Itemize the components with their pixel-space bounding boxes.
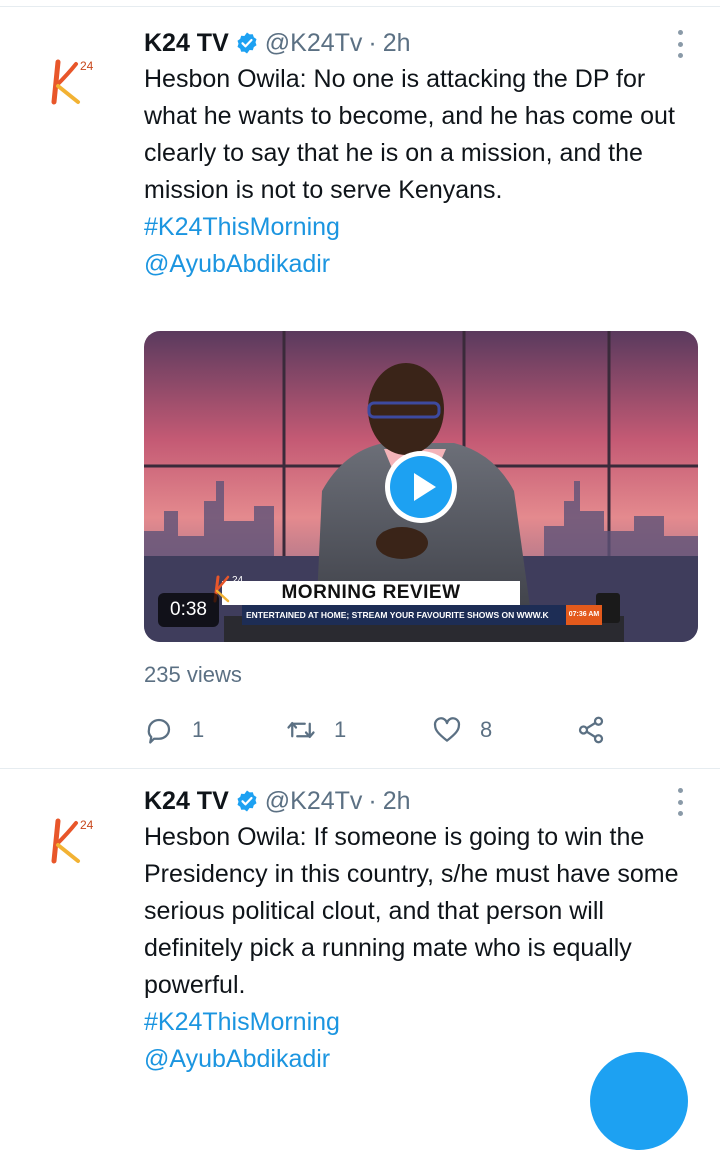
retweet-icon: [287, 722, 315, 738]
reply-icon: [147, 718, 171, 744]
share-icon: [578, 716, 604, 744]
more-options-icon[interactable]: [668, 30, 692, 58]
lower-third-title: MORNING REVIEW: [222, 581, 520, 605]
author-name[interactable]: K24 TV: [144, 29, 229, 58]
author-handle[interactable]: @K24Tv: [265, 787, 363, 816]
like-count: 8: [480, 717, 493, 742]
tweet[interactable]: 24 K24 TV @K24Tv · 2h Hesbon Owila: If s…: [0, 769, 720, 1080]
mention-link[interactable]: @AyubAbdikadir: [144, 246, 694, 283]
hashtag-link[interactable]: #K24ThisMorning: [144, 1004, 694, 1041]
header-separator: ·: [368, 28, 377, 57]
tweet-body: Hesbon Owila: If someone is going to win…: [144, 823, 679, 999]
compose-tweet-button[interactable]: [590, 1052, 688, 1150]
more-options-icon[interactable]: [668, 788, 692, 816]
reply-count: 1: [192, 717, 205, 742]
broadcast-clock: 07:36 AM: [566, 605, 602, 625]
reply-button[interactable]: 1: [144, 710, 204, 750]
tweet-header: K24 TV @K24Tv · 2h: [144, 784, 411, 818]
svg-text:24: 24: [80, 59, 94, 73]
heart-icon: [433, 717, 461, 742]
tweet-text: Hesbon Owila: If someone is going to win…: [144, 819, 694, 1078]
author-name[interactable]: K24 TV: [144, 787, 229, 816]
tweet-header: K24 TV @K24Tv · 2h: [144, 26, 411, 60]
tweet-text: Hesbon Owila: No one is attacking the DP…: [144, 61, 694, 283]
channel-bug-number: 24: [232, 575, 244, 586]
retweet-count: 1: [334, 717, 347, 742]
share-button[interactable]: [576, 710, 624, 750]
video-player[interactable]: MORNING REVIEW ENTERTAINED AT HOME; STRE…: [144, 331, 698, 642]
tweet[interactable]: 24 K24 TV @K24Tv · 2h Hesbon Owila: No o…: [0, 0, 720, 768]
like-button[interactable]: 8: [432, 710, 492, 750]
play-button-icon[interactable]: [383, 449, 459, 525]
video-duration: 0:38: [158, 593, 219, 627]
tweet-body: Hesbon Owila: No one is attacking the DP…: [144, 65, 675, 204]
k24-logo-avatar[interactable]: 24: [44, 52, 108, 116]
hashtag-link[interactable]: #K24ThisMorning: [144, 209, 694, 246]
verified-badge-icon: [237, 32, 257, 54]
verified-badge-icon: [237, 790, 257, 812]
tweet-actions: 1 1 8: [144, 710, 624, 750]
header-separator: ·: [368, 786, 377, 815]
tweet-timestamp[interactable]: 2h: [383, 29, 411, 58]
author-handle[interactable]: @K24Tv: [265, 29, 363, 58]
news-ticker: ENTERTAINED AT HOME; STREAM YOUR FAVOURI…: [242, 605, 576, 625]
view-count: 235 views: [144, 662, 242, 687]
k24-logo-avatar[interactable]: 24: [44, 811, 108, 875]
svg-text:24: 24: [80, 818, 94, 832]
retweet-button[interactable]: 1: [286, 710, 346, 750]
tweet-timestamp[interactable]: 2h: [383, 787, 411, 816]
